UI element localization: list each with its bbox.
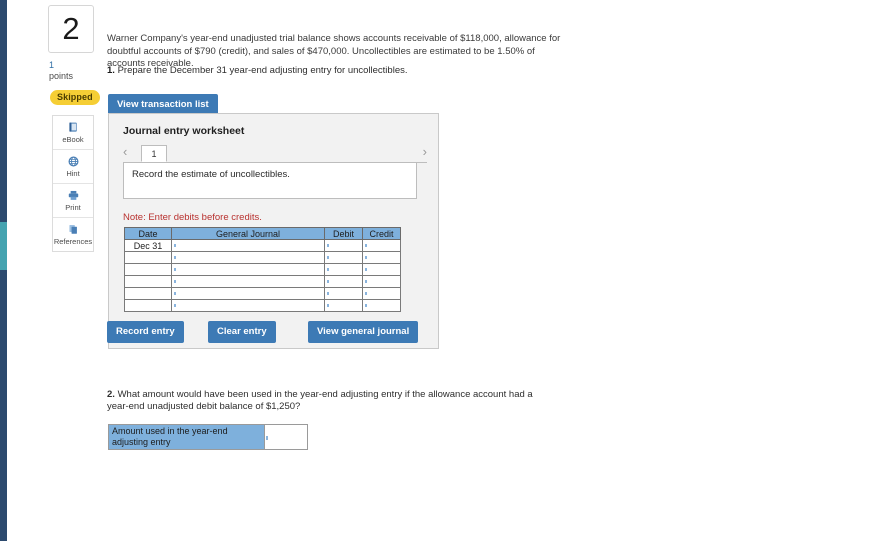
book-icon: [67, 121, 80, 134]
points-value: 1: [49, 60, 55, 70]
cell-general-journal[interactable]: [171, 287, 325, 300]
cell-credit[interactable]: [362, 239, 401, 252]
points-label: points: [49, 71, 74, 81]
cell-date[interactable]: [124, 251, 172, 264]
cell-general-journal[interactable]: [171, 239, 325, 252]
cell-credit[interactable]: [362, 263, 401, 276]
cell-debit[interactable]: [324, 263, 363, 276]
globe-icon: [67, 155, 80, 168]
journal-entry-table: Date General Journal Debit Credit Dec 31: [124, 227, 401, 312]
chevron-right-icon[interactable]: ›: [423, 145, 427, 159]
worksheet-title: Journal entry worksheet: [123, 125, 245, 137]
worksheet-tabstrip: ‹ 1 ›: [123, 144, 427, 163]
view-general-journal-button[interactable]: View general journal: [308, 321, 419, 343]
requirement-2-number: 2.: [107, 389, 115, 400]
worksheet-instruction: Record the estimate of uncollectibles.: [123, 162, 417, 199]
requirement-1-text: Prepare the December 31 year-end adjusti…: [117, 65, 408, 76]
sidebar-item-label: References: [53, 237, 93, 246]
column-header-debit: Debit: [324, 227, 363, 240]
column-header-date: Date: [124, 227, 172, 240]
answer-input[interactable]: [264, 424, 308, 450]
cell-credit[interactable]: [362, 275, 401, 288]
cell-caret-icon: [266, 436, 268, 440]
sidebar-item-label: Hint: [66, 169, 80, 178]
column-header-credit: Credit: [362, 227, 401, 240]
points-indicator: 1 points: [49, 60, 95, 82]
cell-date[interactable]: [124, 263, 172, 276]
journal-entry-worksheet-panel: Journal entry worksheet ‹ 1 › Record the…: [108, 113, 439, 349]
left-rail-active-marker: [0, 222, 7, 270]
table-row: [124, 263, 401, 276]
sidebar-item-label: eBook: [62, 135, 84, 144]
requirement-1-number: 1.: [107, 65, 115, 76]
cell-general-journal[interactable]: [171, 263, 325, 276]
tool-sidebar: eBook Hint Print References: [52, 115, 94, 252]
cell-debit[interactable]: [324, 299, 363, 312]
table-header-row: Date General Journal Debit Credit: [124, 227, 401, 240]
sidebar-item-print[interactable]: Print: [53, 184, 93, 218]
table-row: [124, 251, 401, 264]
requirement-1: 1. Prepare the December 31 year-end adju…: [107, 65, 567, 77]
cell-debit[interactable]: [324, 275, 363, 288]
table-row: Amount used in the year-end adjusting en…: [108, 424, 308, 450]
table-row: [124, 275, 401, 288]
sidebar-item-label: Print: [65, 203, 81, 212]
documents-icon: [67, 223, 80, 236]
cell-credit[interactable]: [362, 287, 401, 300]
cell-debit[interactable]: [324, 239, 363, 252]
sidebar-item-references[interactable]: References: [53, 218, 93, 251]
cell-date[interactable]: [124, 275, 172, 288]
question-number-box: 2: [48, 5, 94, 53]
requirement-2-text: What amount would have been used in the …: [107, 389, 533, 412]
column-header-general-journal: General Journal: [171, 227, 325, 240]
cell-general-journal[interactable]: [171, 251, 325, 264]
sidebar-item-hint[interactable]: Hint: [53, 150, 93, 184]
sidebar-item-ebook[interactable]: eBook: [53, 116, 93, 150]
clear-entry-button[interactable]: Clear entry: [208, 321, 276, 343]
requirement-2-answer-grid: Amount used in the year-end adjusting en…: [108, 424, 308, 450]
cell-date[interactable]: Dec 31: [124, 239, 172, 252]
printer-icon: [67, 189, 80, 202]
table-row: Dec 31: [124, 239, 401, 252]
requirement-2: 2. What amount would have been used in t…: [107, 389, 552, 413]
worksheet-tab-1[interactable]: 1: [141, 145, 167, 162]
cell-date[interactable]: [124, 299, 172, 312]
cell-credit[interactable]: [362, 299, 401, 312]
table-row: [124, 299, 401, 312]
debits-before-credits-note: Note: Enter debits before credits.: [123, 212, 262, 223]
left-navigation-rail: [0, 0, 7, 541]
cell-debit[interactable]: [324, 287, 363, 300]
table-row: [124, 287, 401, 300]
cell-debit[interactable]: [324, 251, 363, 264]
cell-credit[interactable]: [362, 251, 401, 264]
status-badge: Skipped: [50, 90, 100, 105]
answer-label: Amount used in the year-end adjusting en…: [108, 424, 265, 450]
cell-general-journal[interactable]: [171, 275, 325, 288]
record-entry-button[interactable]: Record entry: [107, 321, 184, 343]
cell-date[interactable]: [124, 287, 172, 300]
chevron-left-icon[interactable]: ‹: [123, 145, 127, 159]
cell-general-journal[interactable]: [171, 299, 325, 312]
